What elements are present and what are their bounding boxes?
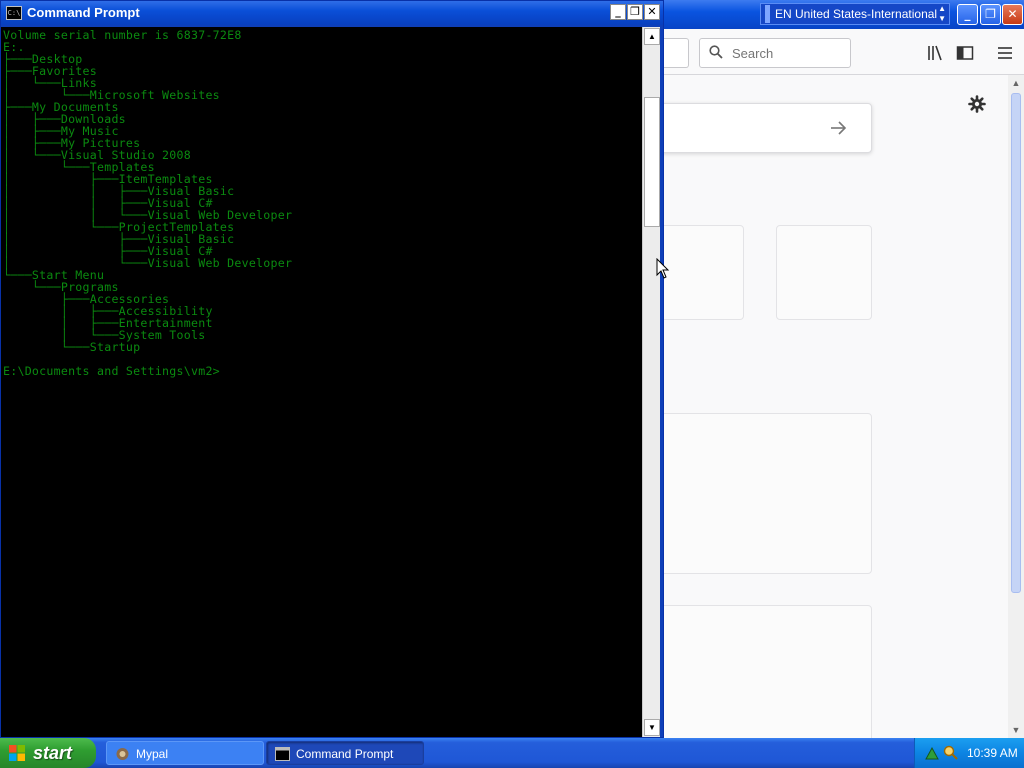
system-tray: 10:39 AM: [914, 738, 1024, 768]
highlight-card[interactable]: [664, 413, 872, 574]
taskbar: start Mypal Command Prompt 10:39 AM: [0, 738, 1024, 768]
magnifier-icon[interactable]: [943, 745, 958, 760]
browser-close-button[interactable]: ✕: [1002, 4, 1023, 25]
language-bar-handle: [765, 5, 770, 23]
command-prompt-icon: C:\: [6, 6, 22, 20]
top-site-tile[interactable]: [664, 225, 744, 320]
scroll-down-icon[interactable]: ▼: [644, 719, 660, 736]
console-output[interactable]: Volume serial number is 6837-72E8 E:. ├─…: [1, 27, 642, 737]
taskbar-item-label: Command Prompt: [296, 747, 394, 761]
sidebar-icon[interactable]: [956, 44, 974, 62]
newtab-search-field[interactable]: [664, 103, 872, 153]
search-box[interactable]: [699, 38, 851, 68]
menu-icon[interactable]: [996, 44, 1014, 62]
language-options-icon[interactable]: ▲ ▼: [938, 4, 946, 24]
network-icon[interactable]: [925, 746, 939, 760]
command-prompt-titlebar[interactable]: C:\ Command Prompt _ ❐ ✕: [1, 1, 663, 25]
start-button[interactable]: start: [0, 738, 96, 768]
command-prompt-window: C:\ Command Prompt _ ❐ ✕ Volume serial n…: [0, 0, 664, 738]
browser-scrollbar[interactable]: ▲ ▼: [1008, 75, 1024, 738]
search-icon: [709, 45, 723, 59]
clock[interactable]: 10:39 AM: [967, 738, 1018, 768]
language-label: EN United States-International: [775, 7, 938, 21]
scrollbar-thumb[interactable]: [1011, 93, 1021, 593]
scroll-down-icon[interactable]: ▼: [1008, 722, 1024, 738]
arrow-right-icon[interactable]: [829, 119, 847, 137]
taskbar-item-label: Mypal: [136, 747, 169, 761]
minimize-button[interactable]: _: [610, 4, 626, 20]
top-site-tile[interactable]: [776, 225, 872, 320]
gear-icon[interactable]: [968, 95, 986, 113]
scroll-up-icon[interactable]: ▲: [644, 28, 660, 45]
highlight-card[interactable]: [664, 605, 872, 738]
desktop: EN United States-International ▲▼ _ ❐ ✕: [0, 0, 1024, 768]
console-scrollbar[interactable]: ▲ ▼: [642, 27, 660, 737]
taskbar-item-mypal[interactable]: Mypal: [106, 741, 264, 765]
command-prompt-icon: [275, 747, 290, 761]
windows-logo-icon: [9, 745, 25, 761]
browser-titlebar[interactable]: EN United States-International ▲ ▼ _ ❐ ✕: [664, 0, 1024, 29]
browser-window: EN United States-International ▲▼ _ ❐ ✕: [664, 0, 1024, 738]
mypal-icon: [116, 748, 129, 760]
window-title: Command Prompt: [27, 5, 140, 20]
search-input[interactable]: [732, 44, 842, 62]
close-button[interactable]: ✕: [644, 4, 660, 20]
new-tab-page: [664, 75, 1008, 738]
browser-restore-button[interactable]: ❐: [980, 4, 1001, 25]
language-bar[interactable]: EN United States-International ▲ ▼: [760, 3, 950, 25]
scroll-up-icon[interactable]: ▲: [1008, 75, 1024, 91]
browser-minimize-button[interactable]: _: [957, 4, 978, 25]
restore-button[interactable]: ❐: [627, 4, 643, 20]
browser-toolbar: [664, 29, 1024, 75]
library-icon[interactable]: [926, 44, 944, 62]
start-label: start: [33, 743, 73, 763]
url-bar[interactable]: [664, 38, 689, 68]
mouse-cursor-icon: [656, 258, 670, 279]
console-text: Volume serial number is 6837-72E8 E:. ├─…: [3, 28, 293, 378]
scrollbar-thumb[interactable]: [644, 97, 660, 227]
taskbar-item-command-prompt[interactable]: Command Prompt: [266, 741, 424, 765]
